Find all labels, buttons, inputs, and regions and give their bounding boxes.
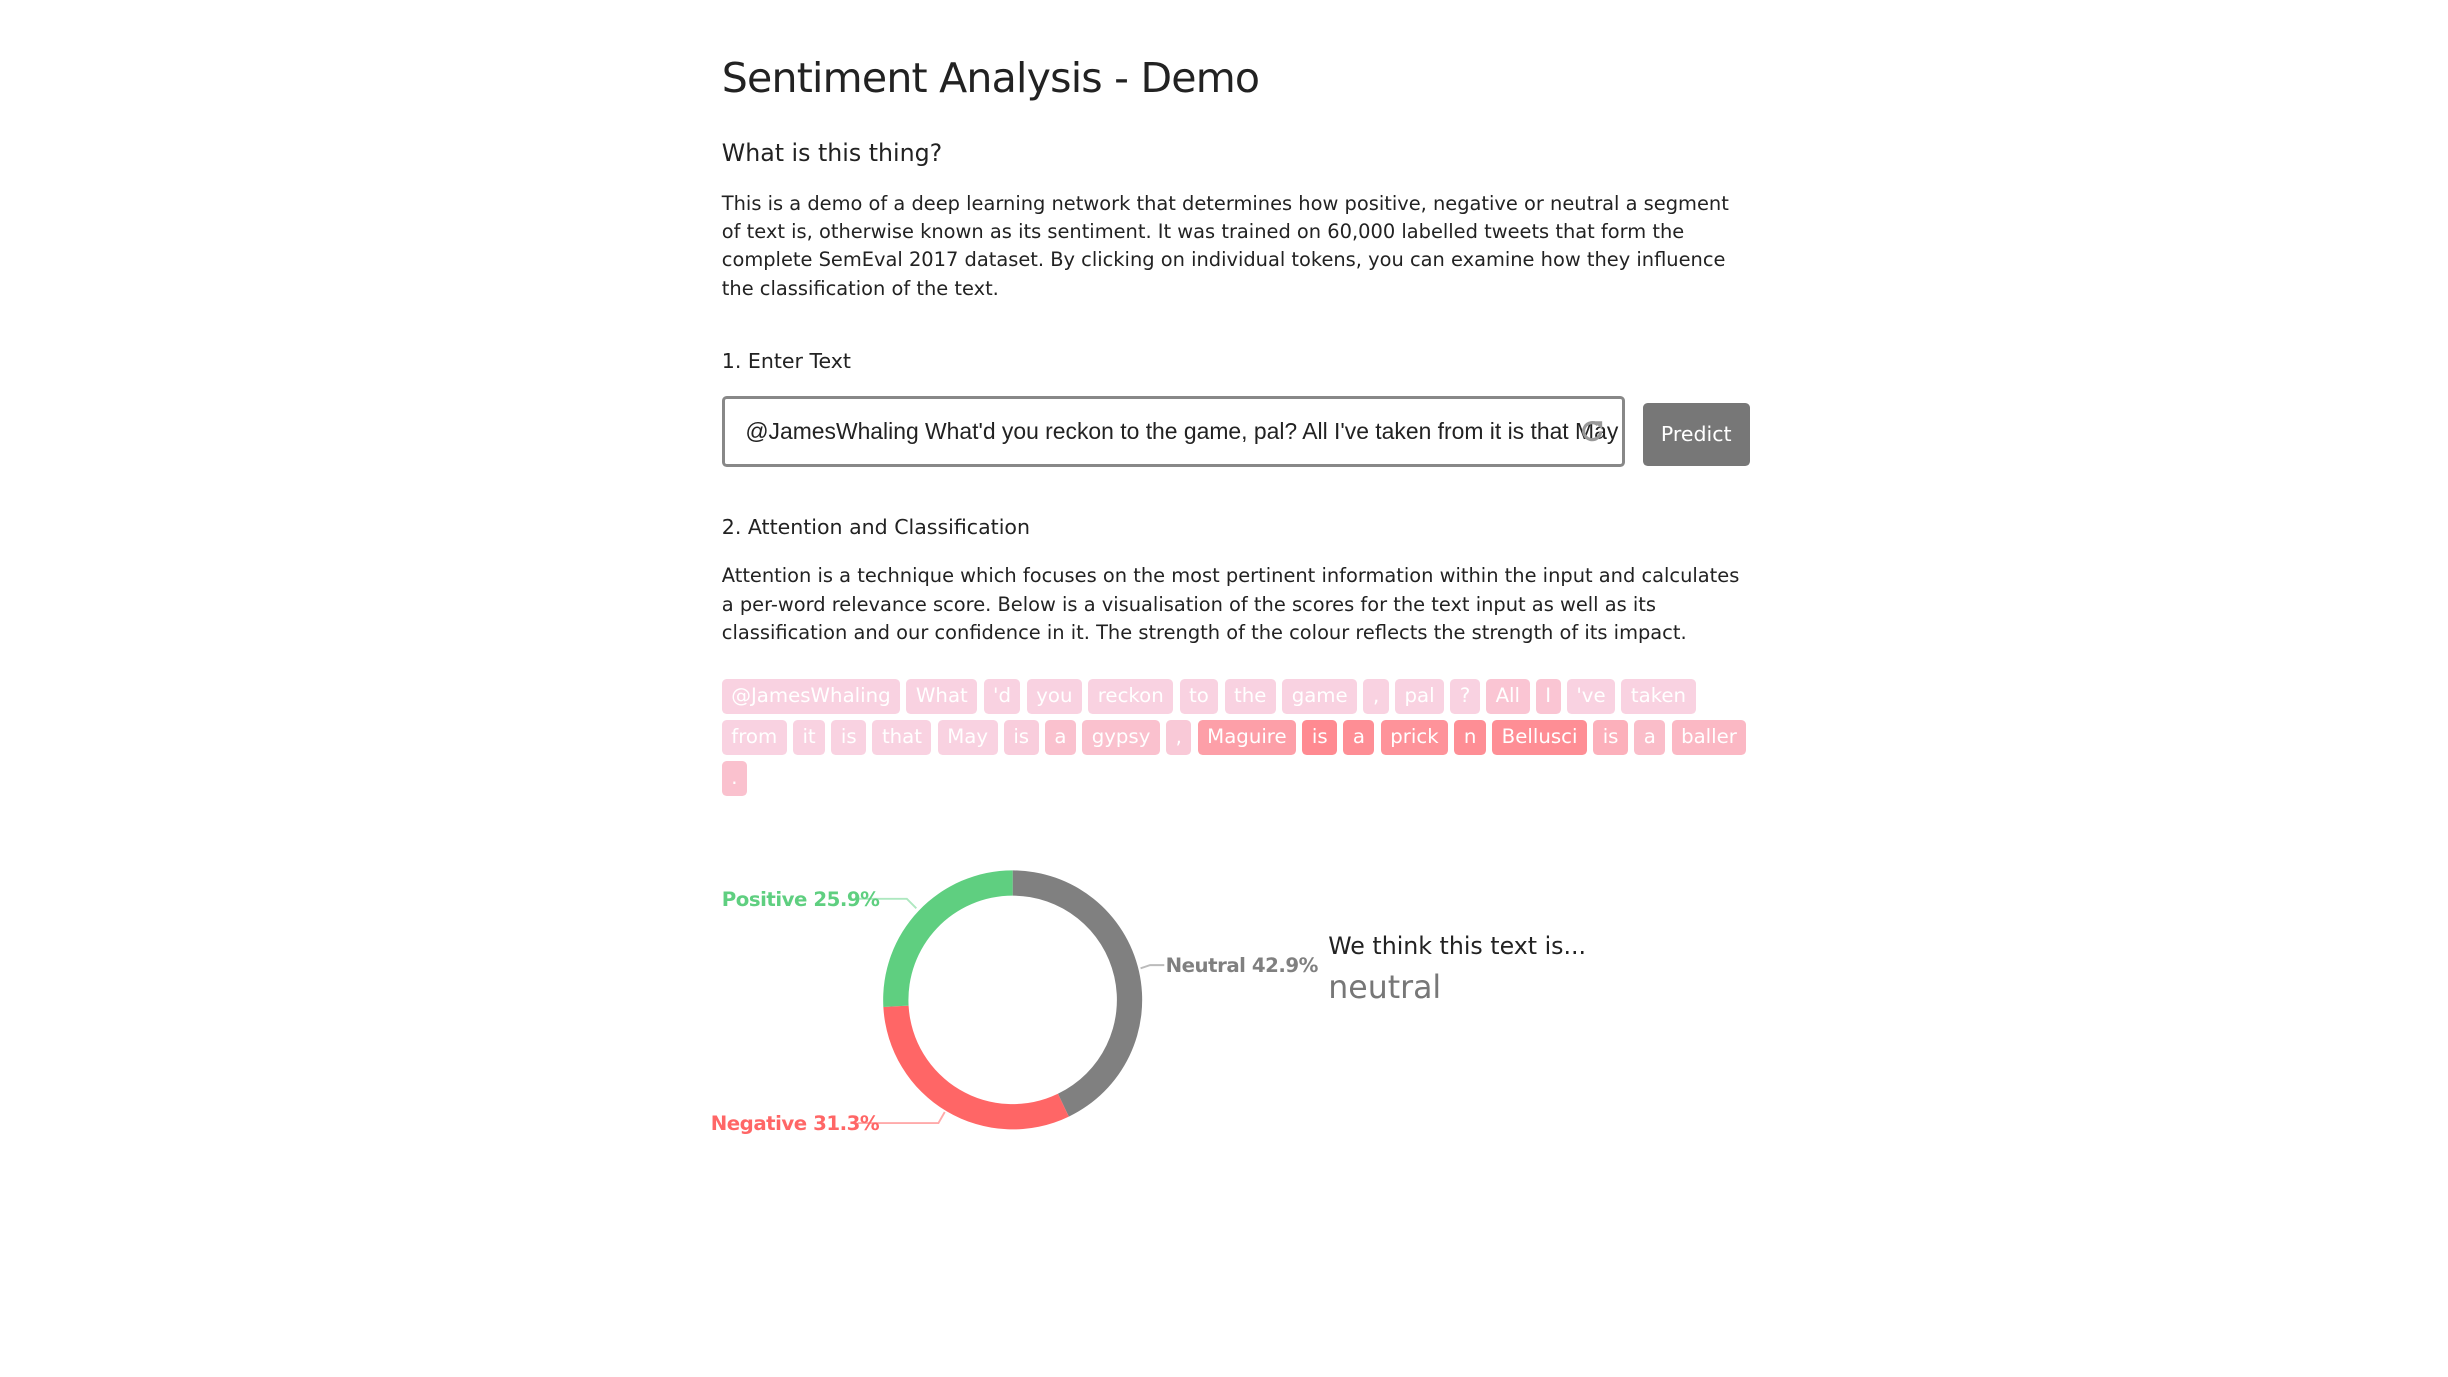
token[interactable]: game — [1282, 679, 1358, 714]
token[interactable]: from — [721, 720, 787, 755]
token[interactable]: I — [1535, 679, 1561, 714]
result-prefix: We think this text is... — [1328, 931, 1587, 960]
refresh-icon[interactable] — [1578, 417, 1606, 445]
attention-heading: 2. Attention and Classification — [721, 514, 1030, 539]
text-input-value: @JamesWhaling What'd you reckon to the g… — [745, 418, 1622, 445]
token[interactable]: n — [1454, 720, 1486, 755]
leader-line — [1140, 964, 1164, 970]
token[interactable]: prick — [1380, 720, 1449, 755]
about-text: This is a demo of a deep learning networ… — [721, 191, 1729, 300]
token[interactable]: that — [872, 720, 932, 755]
enter-text-heading: 1. Enter Text — [721, 349, 851, 374]
attention-text: Attention is a technique which focuses o… — [721, 564, 1740, 645]
token[interactable]: is — [1593, 720, 1628, 755]
predict-button[interactable]: Predict — [1642, 402, 1750, 466]
donut-slice-negative — [883, 1005, 1069, 1130]
negative-label: Negative 31.3% — [710, 1111, 880, 1135]
token[interactable]: , — [1363, 679, 1389, 714]
token[interactable]: it — [792, 720, 826, 755]
token[interactable]: you — [1026, 679, 1082, 714]
donut-slice-positive — [882, 870, 1013, 1007]
token[interactable]: is — [1302, 720, 1338, 755]
token[interactable]: a — [1634, 720, 1666, 755]
token[interactable]: What — [906, 679, 978, 714]
token[interactable]: ? — [1450, 679, 1480, 714]
token[interactable]: , — [1166, 720, 1192, 755]
token[interactable]: 've — [1566, 679, 1616, 714]
neutral-label: Neutral 42.9% — [1165, 953, 1319, 977]
token[interactable]: gypsy — [1082, 720, 1160, 755]
token[interactable]: taken — [1621, 679, 1696, 714]
token[interactable]: @JamesWhaling — [721, 679, 901, 714]
token[interactable]: is — [831, 720, 867, 755]
token-list: @JamesWhaling What'd you reckon to the game, pa… — [721, 679, 1752, 796]
token[interactable]: Maguire — [1197, 720, 1297, 755]
token[interactable]: reckon — [1088, 679, 1174, 714]
token[interactable]: a — [1044, 720, 1076, 755]
token[interactable]: a — [1343, 720, 1375, 755]
token[interactable]: to — [1179, 679, 1219, 714]
token[interactable]: the — [1224, 679, 1276, 714]
token[interactable]: pal — [1395, 679, 1445, 714]
token[interactable]: All — [1486, 679, 1530, 714]
token[interactable]: May — [937, 720, 998, 755]
token[interactable]: Bellusci — [1492, 720, 1587, 755]
positive-label: Positive 25.9% — [721, 887, 880, 911]
token[interactable]: . — [721, 761, 747, 796]
token[interactable]: baller — [1671, 720, 1747, 755]
token[interactable]: 'd — [983, 679, 1021, 714]
text-input[interactable]: @JamesWhaling What'd you reckon to the g… — [721, 396, 1626, 468]
donut-slice-neutral — [1012, 870, 1142, 1117]
about-heading: What is this thing? — [721, 138, 943, 167]
result-label: neutral — [1328, 969, 1442, 1006]
page-title: Sentiment Analysis - Demo — [721, 53, 1260, 102]
token[interactable]: is — [1003, 720, 1039, 755]
